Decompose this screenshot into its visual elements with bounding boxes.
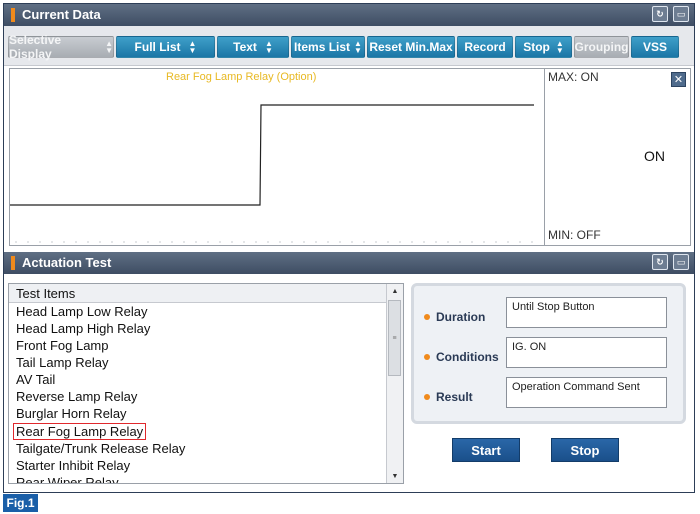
bullet-icon bbox=[424, 314, 430, 320]
test-items-list[interactable]: Test Items Head Lamp Low Relay Head Lamp… bbox=[8, 283, 404, 484]
scroll-thumb[interactable]: ≡ bbox=[388, 300, 401, 376]
min-value-label: MIN: OFF bbox=[548, 228, 601, 242]
bullet-icon bbox=[424, 354, 430, 360]
items-list-label: Items List bbox=[294, 40, 351, 54]
updown-arrows-icon: ▲ ▼ bbox=[354, 39, 362, 55]
list-item-selected[interactable]: Rear Fog Lamp Relay bbox=[12, 423, 147, 440]
conditions-value: IG. ON bbox=[506, 337, 667, 368]
duration-label: Duration bbox=[436, 310, 486, 324]
result-label: Result bbox=[436, 390, 473, 404]
rear-fog-lamp-relay-signal bbox=[10, 104, 534, 206]
duration-value: Until Stop Button bbox=[506, 297, 667, 328]
items-list-select[interactable]: Items List ▲ ▼ bbox=[291, 36, 365, 58]
max-value-label: MAX: ON bbox=[548, 70, 599, 84]
list-item[interactable]: Rear Wiper Relay bbox=[16, 475, 119, 483]
actuation-test-titlebar: Actuation Test ↻ ▭ bbox=[4, 252, 694, 274]
text-select[interactable]: Text ▲ ▼ bbox=[217, 36, 289, 58]
grouping-button[interactable]: Grouping bbox=[574, 36, 629, 58]
graph-plot-area: Rear Fog Lamp Relay (Option) bbox=[10, 69, 544, 245]
conditions-label: Conditions bbox=[436, 350, 499, 364]
selective-display-label: Selective Display bbox=[9, 33, 62, 61]
graph-svg bbox=[10, 104, 534, 243]
reset-min-max-button[interactable]: Reset Min.Max bbox=[367, 36, 455, 58]
graph-series-label: Rear Fog Lamp Relay (Option) bbox=[166, 71, 317, 83]
graph-value-panel: MAX: ON ✕ ON MIN: OFF bbox=[544, 69, 690, 245]
list-item[interactable]: AV Tail bbox=[16, 372, 55, 387]
stop-label: Stop bbox=[523, 40, 550, 54]
current-data-titlebar: Current Data ↻ ▭ bbox=[4, 4, 694, 26]
current-data-title: Current Data bbox=[22, 7, 101, 22]
test-items-header: Test Items bbox=[9, 284, 387, 303]
stop-button[interactable]: Stop bbox=[551, 438, 619, 462]
close-icon[interactable]: ✕ bbox=[671, 72, 686, 87]
data-graph: Rear Fog Lamp Relay (Option) MAX: ON ✕ O… bbox=[9, 68, 691, 246]
start-button[interactable]: Start bbox=[452, 438, 520, 462]
title-marker bbox=[11, 256, 15, 270]
bullet-icon bbox=[424, 394, 430, 400]
title-marker bbox=[11, 8, 15, 22]
list-item[interactable]: Burglar Horn Relay bbox=[16, 406, 127, 421]
actuation-parameters-panel: Duration Until Stop Button Conditions IG… bbox=[411, 283, 686, 424]
list-scrollbar[interactable]: ▲ ≡ ▼ bbox=[386, 284, 403, 483]
actuation-test-title: Actuation Test bbox=[22, 255, 112, 270]
retry-icon[interactable]: ↻ bbox=[652, 254, 668, 270]
list-item[interactable]: Front Fog Lamp bbox=[16, 338, 109, 353]
current-value: ON bbox=[644, 148, 665, 164]
current-data-toolbar: Selective Display ▲ ▼ Full List ▲ ▼ Text ▲… bbox=[4, 26, 694, 66]
stop-select[interactable]: Stop ▲ ▼ bbox=[515, 36, 572, 58]
list-item[interactable]: Tail Lamp Relay bbox=[16, 355, 109, 370]
figure-label: Fig.1 bbox=[3, 494, 38, 512]
record-button[interactable]: Record bbox=[457, 36, 513, 58]
scroll-up-icon[interactable]: ▲ bbox=[387, 284, 403, 298]
scroll-down-icon[interactable]: ▼ bbox=[387, 469, 403, 483]
updown-arrows-icon: ▲ ▼ bbox=[555, 39, 564, 55]
retry-icon[interactable]: ↻ bbox=[652, 6, 668, 22]
list-item[interactable]: Reverse Lamp Relay bbox=[16, 389, 137, 404]
result-value: Operation Command Sent bbox=[506, 377, 667, 408]
vss-button[interactable]: VSS bbox=[631, 36, 679, 58]
full-list-select[interactable]: Full List ▲ ▼ bbox=[116, 36, 215, 58]
list-item[interactable]: Starter Inhibit Relay bbox=[16, 458, 130, 473]
text-label: Text bbox=[233, 40, 257, 54]
window-icon[interactable]: ▭ bbox=[673, 254, 689, 270]
diagnostic-window: Current Data ↻ ▭ Selective Display ▲ ▼ Fu… bbox=[3, 3, 695, 493]
list-item[interactable]: Tailgate/Trunk Release Relay bbox=[16, 441, 185, 456]
graph-grid-dots bbox=[15, 241, 533, 243]
updown-arrows-icon: ▲ ▼ bbox=[264, 39, 273, 55]
updown-arrows-icon: ▲ ▼ bbox=[188, 39, 197, 55]
full-list-label: Full List bbox=[134, 40, 181, 54]
selective-display-select[interactable]: Selective Display ▲ ▼ bbox=[8, 33, 114, 61]
list-item[interactable]: Head Lamp Low Relay bbox=[16, 304, 148, 319]
window-icon[interactable]: ▭ bbox=[673, 6, 689, 22]
list-item[interactable]: Head Lamp High Relay bbox=[16, 321, 150, 336]
updown-arrows-icon: ▲ ▼ bbox=[105, 39, 113, 55]
